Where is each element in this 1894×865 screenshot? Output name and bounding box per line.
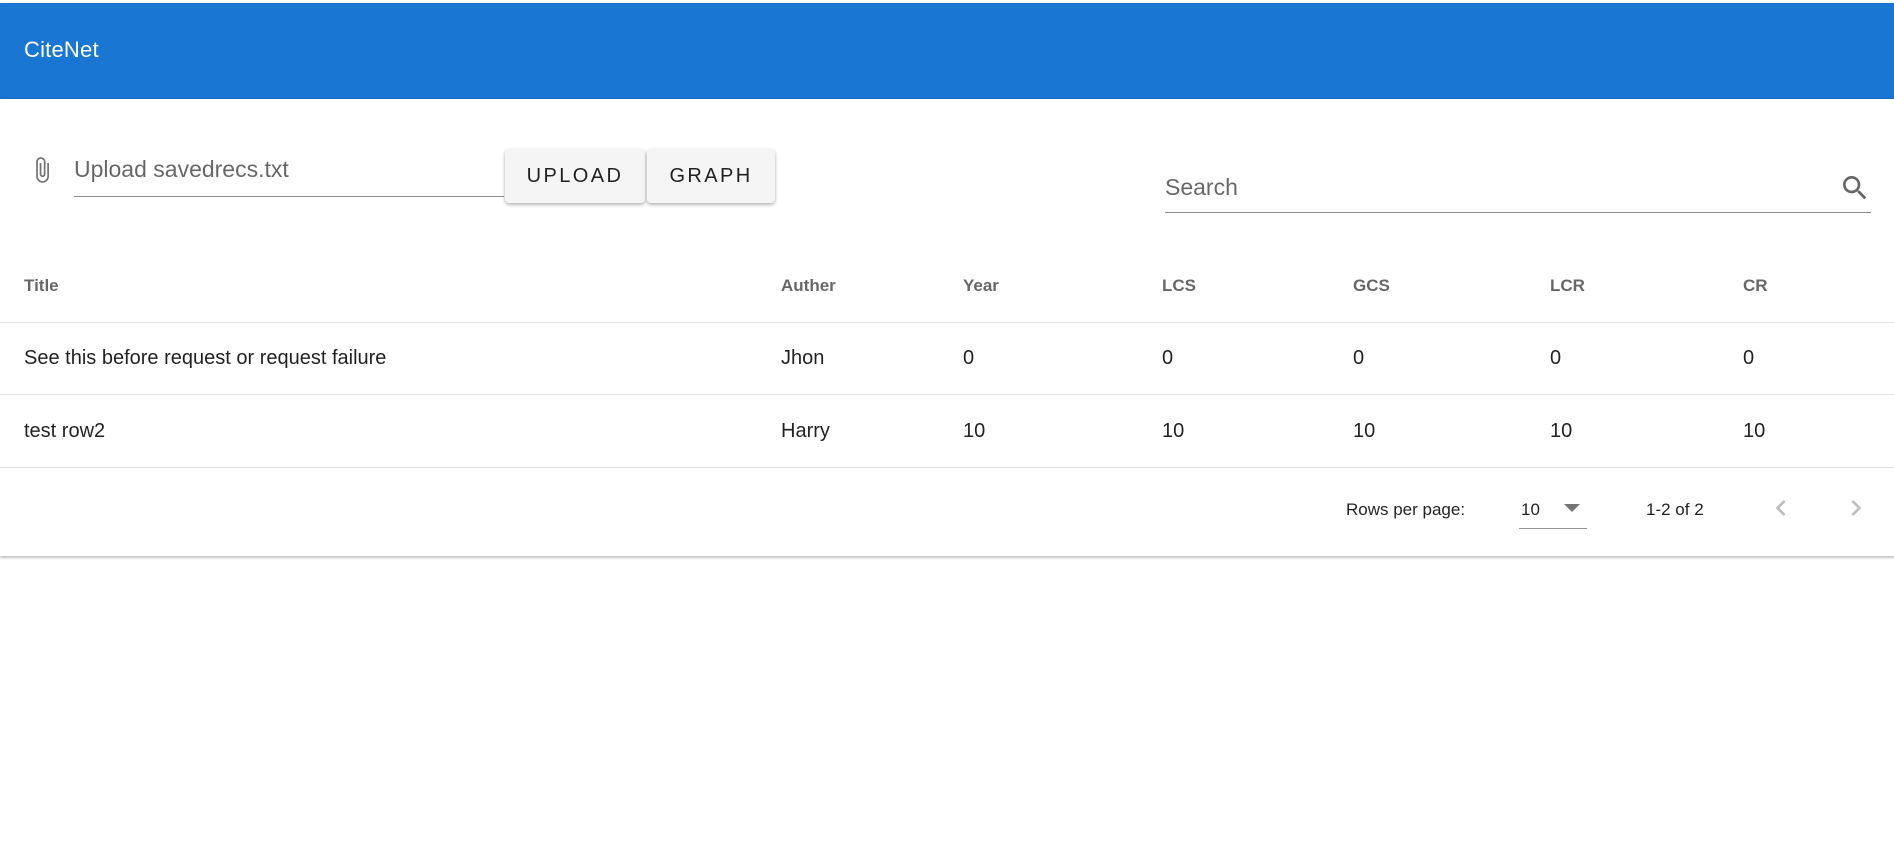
cell-gcs: 0 — [1353, 347, 1365, 369]
upload-button[interactable]: UPLOAD — [505, 149, 645, 203]
table-pagination: Rows per page: 10 1-2 of 2 — [0, 468, 1894, 556]
cell-cr: 10 — [1743, 419, 1766, 442]
search-field[interactable] — [1165, 168, 1871, 213]
chevron-right-icon[interactable] — [1840, 492, 1872, 524]
column-header-gcs[interactable]: GCS — [1353, 250, 1390, 322]
column-header-year[interactable]: Year — [963, 250, 999, 322]
cell-year: 0 — [963, 347, 975, 369]
search-input[interactable] — [1165, 174, 1825, 201]
cell-title: See this before request or request failu… — [24, 347, 387, 369]
search-icon[interactable] — [1839, 172, 1871, 204]
column-header-lcr[interactable]: LCR — [1550, 250, 1585, 322]
cell-cr: 0 — [1743, 347, 1755, 369]
table-header: Title Auther Year LCS GCS LCR CR — [0, 250, 1894, 323]
cell-year: 10 — [963, 419, 986, 442]
rows-per-page-select[interactable]: 10 — [1519, 496, 1587, 529]
chevron-down-icon[interactable] — [1564, 504, 1580, 512]
rows-per-page-label: Rows per page: — [1346, 500, 1466, 519]
column-header-author[interactable]: Auther — [781, 250, 836, 322]
column-header-lcs[interactable]: LCS — [1162, 250, 1196, 322]
page-range-label: 1-2 of 2 — [1646, 500, 1704, 519]
rows-per-page-value: 10 — [1521, 500, 1540, 519]
chevron-left-icon[interactable] — [1765, 492, 1797, 524]
app-title: CiteNet — [24, 37, 99, 62]
table-row[interactable]: test row2 Harry 10 10 10 10 10 — [0, 395, 1894, 468]
table-row[interactable]: See this before request or request failu… — [0, 323, 1894, 395]
cell-title: test row2 — [24, 419, 106, 442]
column-header-cr[interactable]: CR — [1743, 250, 1768, 322]
cell-lcs: 10 — [1162, 419, 1185, 442]
paperclip-icon[interactable] — [28, 152, 56, 188]
cell-lcs: 0 — [1162, 347, 1174, 369]
cell-lcr: 10 — [1550, 419, 1573, 442]
column-header-title[interactable]: Title — [24, 250, 59, 322]
upload-file-input[interactable] — [74, 156, 504, 183]
upload-file-field[interactable] — [74, 150, 504, 197]
app-bar: CiteNet — [0, 3, 1894, 99]
cell-author: Harry — [781, 419, 830, 442]
graph-button[interactable]: GRAPH — [647, 149, 775, 203]
cell-gcs: 10 — [1353, 419, 1376, 442]
cell-lcr: 0 — [1550, 347, 1562, 369]
cell-author: Jhon — [781, 347, 825, 369]
